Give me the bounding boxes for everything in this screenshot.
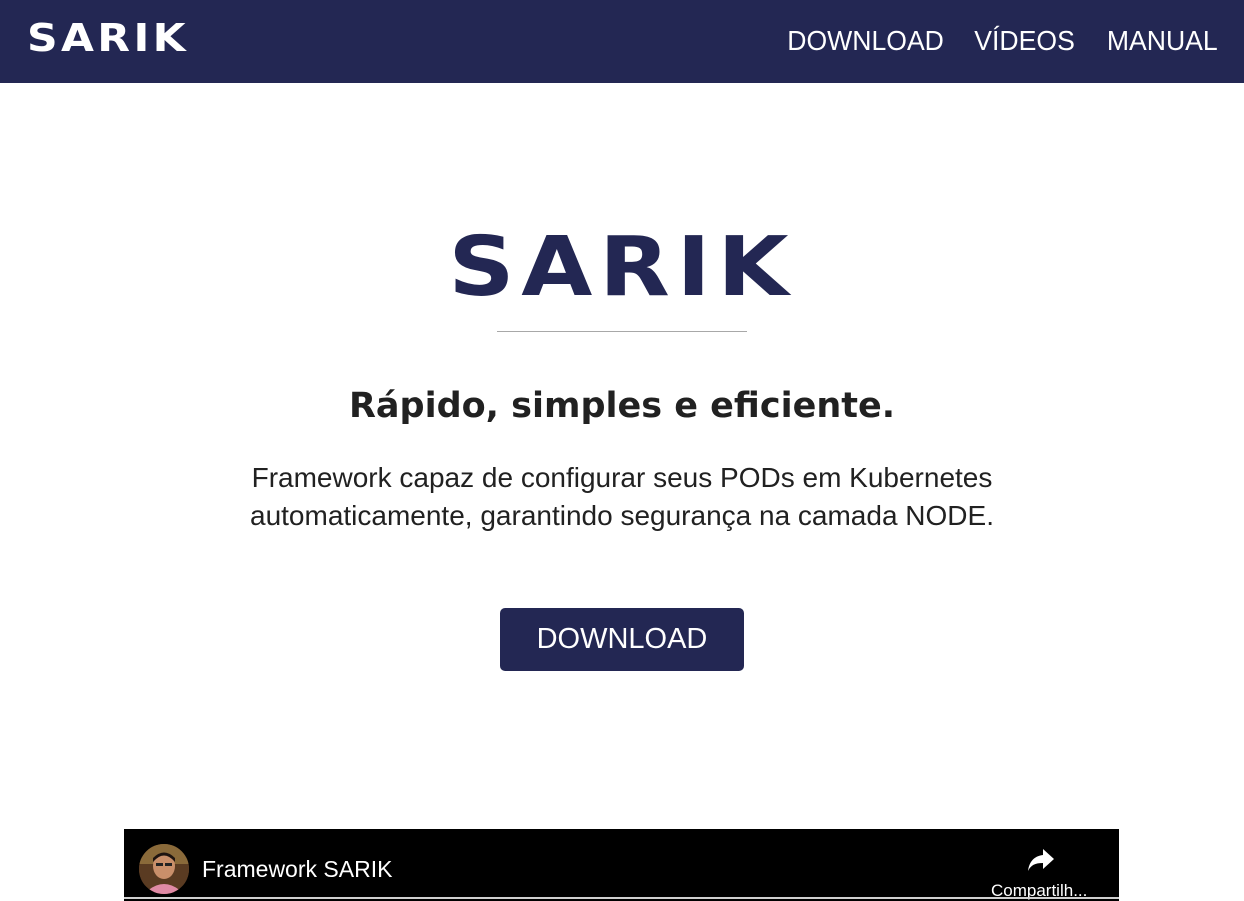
nav-download-link[interactable]: DOWNLOAD xyxy=(787,23,944,59)
nav-videos-link[interactable]: VÍDEOS xyxy=(975,23,1076,59)
hero-divider xyxy=(497,331,747,332)
video-embed[interactable]: Framework SARIK Compartilh... xyxy=(124,829,1119,901)
nav-links: DOWNLOAD VÍDEOS MANUAL xyxy=(779,23,1218,59)
channel-avatar[interactable] xyxy=(139,844,189,894)
share-arrow-icon xyxy=(1028,849,1054,871)
hero-title-text: SARIK xyxy=(448,220,796,315)
download-button[interactable]: DOWNLOAD xyxy=(500,608,744,671)
brand-logo-link[interactable]: SARIK xyxy=(27,18,189,58)
share-button[interactable]: Compartilh... xyxy=(984,845,1094,901)
hero-title: SARIK xyxy=(0,220,1244,316)
top-navbar: SARIK DOWNLOAD VÍDEOS MANUAL xyxy=(0,0,1244,83)
hero-tagline: Rápido, simples e eficiente. xyxy=(348,386,896,426)
video-progress-line xyxy=(124,897,1119,899)
hero-description: Framework capaz de configurar seus PODs … xyxy=(250,462,994,531)
avatar-image xyxy=(139,844,189,894)
nav-manual-link[interactable]: MANUAL xyxy=(1107,23,1218,59)
video-title[interactable]: Framework SARIK xyxy=(202,854,392,884)
